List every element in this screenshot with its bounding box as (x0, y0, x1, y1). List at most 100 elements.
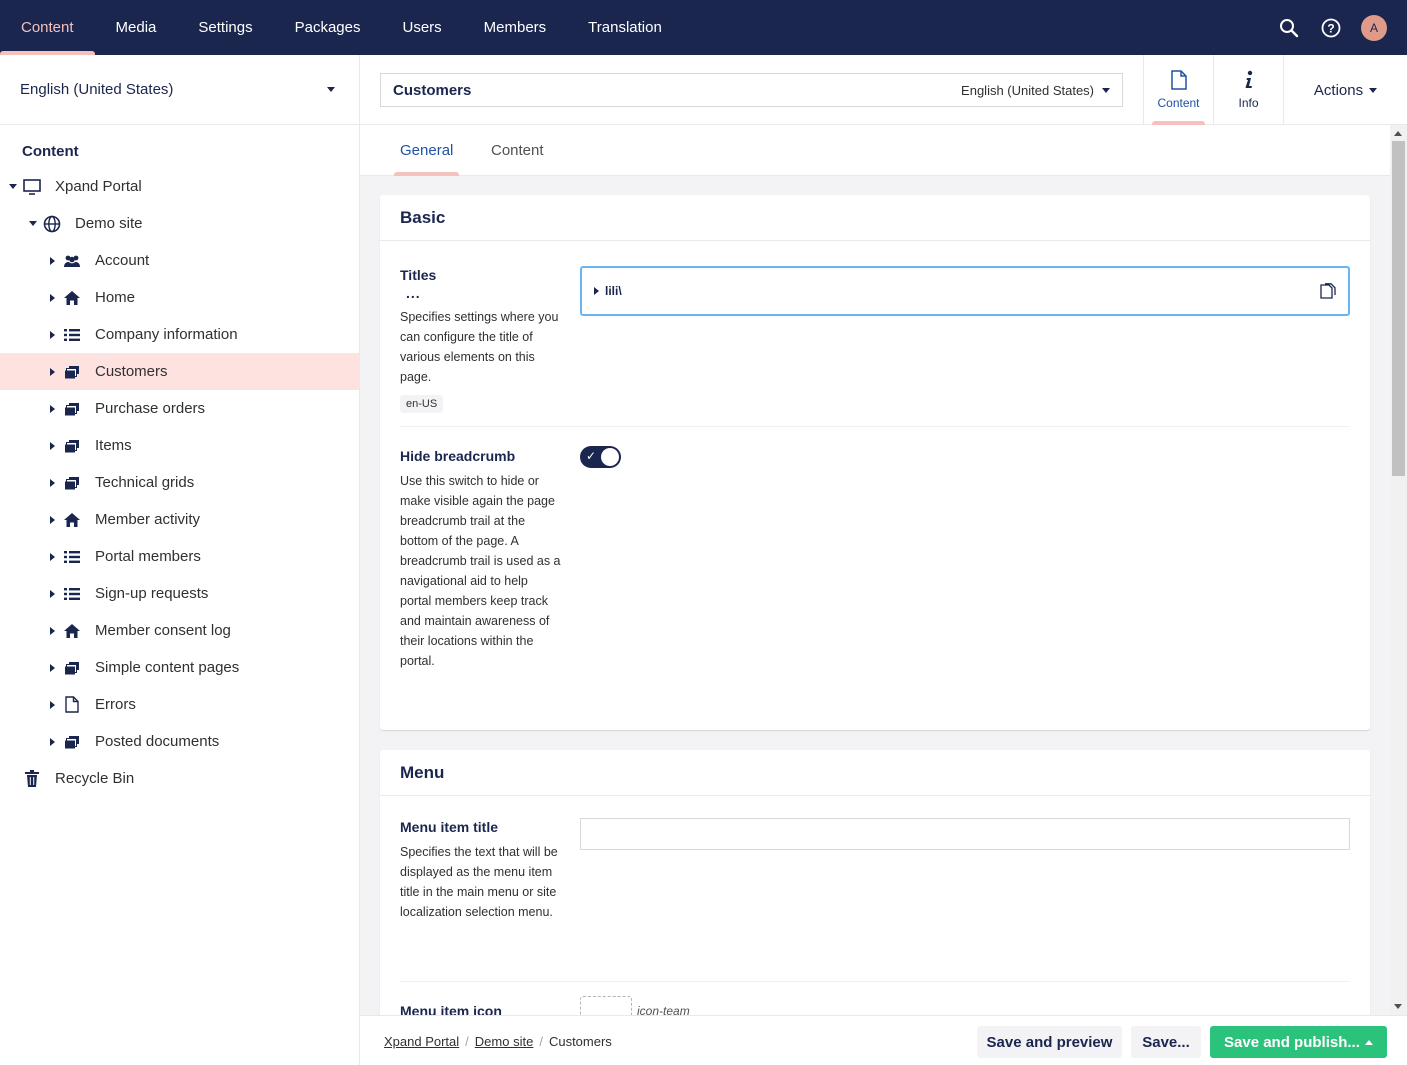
expand-caret[interactable] (47, 478, 57, 488)
property-group-tabs: General Content (360, 125, 1390, 176)
menu-item-icon-picker[interactable] (580, 996, 632, 1015)
tree-node-label: Items (95, 437, 132, 454)
tree-node-label: Portal members (95, 548, 201, 565)
tree-node-item[interactable]: Posted documents (0, 723, 359, 760)
actions-menu-button[interactable]: Actions (1283, 55, 1407, 125)
svg-text:?: ? (1327, 21, 1334, 35)
expand-caret[interactable] (47, 293, 57, 303)
menu-item-title-input[interactable] (580, 818, 1350, 850)
expand-caret[interactable] (47, 404, 57, 414)
home-icon (62, 621, 82, 641)
expand-caret[interactable] (47, 515, 57, 525)
expand-caret[interactable] (28, 219, 38, 229)
expand-caret[interactable] (47, 441, 57, 451)
expand-caret[interactable] (47, 737, 57, 747)
documents-icon (62, 436, 82, 456)
info-icon (1245, 70, 1252, 88)
tree-node-label: Sign-up requests (95, 585, 209, 602)
section-tabs: Content Media Settings Packages Users Me… (0, 0, 683, 55)
scroll-down-arrow[interactable] (1394, 1004, 1402, 1009)
user-avatar[interactable]: A (1361, 14, 1387, 41)
expand-caret[interactable] (47, 552, 57, 562)
save-button[interactable]: Save... (1131, 1026, 1201, 1058)
section-translation[interactable]: Translation (567, 0, 683, 55)
chevron-up-icon[interactable] (1365, 1040, 1373, 1045)
expand-caret[interactable] (594, 287, 599, 295)
tree-node-label: Member activity (95, 511, 201, 528)
tree-node-item[interactable]: Member consent log (0, 612, 359, 649)
tab-content[interactable]: Content (491, 125, 544, 176)
section-content[interactable]: Content (0, 0, 95, 55)
expand-caret[interactable] (47, 330, 57, 340)
titles-nested-content[interactable]: lili\ (580, 266, 1350, 316)
tree-node-item[interactable]: Account (0, 242, 359, 279)
expand-caret[interactable] (47, 367, 57, 377)
hide-breadcrumb-toggle[interactable]: ✓ (580, 446, 621, 468)
home-icon (62, 288, 82, 308)
tree-node-label: Recycle Bin (55, 770, 135, 787)
tab-general[interactable]: General (393, 125, 460, 176)
actions-label: Actions (1313, 81, 1364, 99)
expand-caret[interactable] (8, 182, 18, 192)
content-scrollbar[interactable] (1390, 125, 1407, 1015)
team-icon (581, 997, 633, 1015)
more-dots[interactable]: ... (406, 285, 421, 301)
section-members[interactable]: Members (463, 0, 568, 55)
search-icon[interactable] (1277, 16, 1301, 40)
chevron-down-icon (1369, 87, 1378, 93)
node-name-field[interactable]: Customers English (United States) (380, 73, 1123, 107)
copy-icon[interactable] (1320, 283, 1336, 299)
culture-selector-value: English (United States) (961, 82, 1094, 98)
section-media[interactable]: Media (95, 0, 178, 55)
documents-icon (62, 399, 82, 419)
tree-node-item[interactable]: Sign-up requests (0, 575, 359, 612)
tree-node-item[interactable]: Items (0, 427, 359, 464)
expand-caret[interactable] (47, 256, 57, 266)
tree-node-label: Home (95, 289, 136, 306)
tree-title: Content (22, 143, 79, 160)
scroll-thumb[interactable] (1392, 141, 1405, 476)
tree-node-item[interactable]: Errors (0, 686, 359, 723)
save-and-preview-button[interactable]: Save and preview (977, 1026, 1122, 1058)
tree-node-item[interactable]: Customers (0, 353, 359, 390)
tree-node-item[interactable]: Purchase orders (0, 390, 359, 427)
documents-icon (62, 658, 82, 678)
scroll-up-arrow[interactable] (1394, 131, 1402, 136)
menu-item-title-label: Menu item title (400, 819, 499, 835)
group-menu: Menu Menu item title Specifies the text … (380, 750, 1370, 1015)
tree-node-item[interactable]: Simple content pages (0, 649, 359, 686)
expand-caret[interactable] (47, 663, 57, 673)
tree-node-item[interactable]: Member activity (0, 501, 359, 538)
expand-caret[interactable] (47, 589, 57, 599)
tree-node-recycle-bin[interactable]: Recycle Bin (0, 760, 359, 797)
section-packages[interactable]: Packages (274, 0, 382, 55)
divider (400, 981, 1350, 982)
globe-icon (42, 214, 62, 234)
help-icon[interactable]: ? (1319, 16, 1343, 40)
group-title: Menu (380, 750, 1370, 796)
tree-node-label: Account (95, 252, 150, 269)
tree-node-item[interactable]: Portal members (0, 538, 359, 575)
app-tab-content[interactable]: Content (1143, 55, 1213, 125)
breadcrumb-link[interactable]: Xpand Portal (384, 1034, 459, 1049)
expand-caret[interactable] (47, 700, 57, 710)
users-icon (62, 251, 82, 271)
tree-node-item[interactable]: Technical grids (0, 464, 359, 501)
save-and-publish-button[interactable]: Save and publish... (1210, 1026, 1387, 1058)
tree-node-root[interactable]: Xpand Portal (0, 168, 359, 205)
breadcrumb-link[interactable]: Demo site (475, 1034, 534, 1049)
culture-selector[interactable]: English (United States) (961, 83, 1110, 98)
tree-node-item[interactable]: Home (0, 279, 359, 316)
tree-node-item[interactable]: Company information (0, 316, 359, 353)
section-users[interactable]: Users (381, 0, 462, 55)
documents-icon (62, 362, 82, 382)
tree-node-site[interactable]: Demo site (0, 205, 359, 242)
app-tab-label: Info (1238, 96, 1259, 110)
group-basic: Basic Titles ... Specifies settings wher… (380, 195, 1370, 730)
titles-label: Titles (400, 267, 437, 283)
app-tab-info[interactable]: Info (1213, 55, 1283, 125)
section-settings[interactable]: Settings (177, 0, 273, 55)
language-selector[interactable]: English (United States) (0, 55, 359, 125)
titles-value: lili\ (605, 284, 622, 298)
expand-caret[interactable] (47, 626, 57, 636)
